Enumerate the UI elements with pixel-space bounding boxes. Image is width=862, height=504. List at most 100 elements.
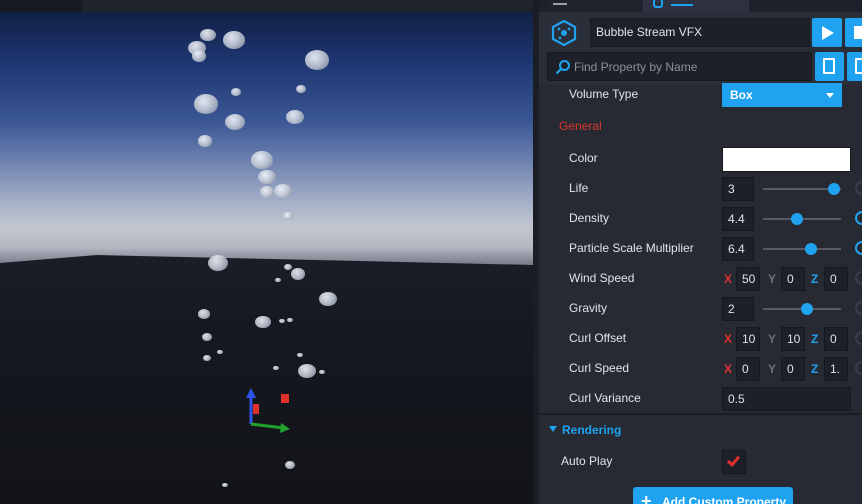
property-label: Curl Speed [569,361,630,375]
property-label: Density [569,211,610,225]
curl-speed-y-input[interactable]: 0 [781,357,805,381]
particle-scale-slider[interactable] [763,248,841,250]
bubble-particle [202,333,212,341]
properties-panel: Bubble Stream VFX Volume Type Box Genera… [533,0,862,504]
dropdown-value: Box [730,88,753,102]
bubble-particle [200,28,216,42]
section-rendering[interactable]: Rendering [539,416,862,444]
bubble-particle [291,268,305,280]
ground-plane [0,255,533,504]
copy-icon [855,58,862,74]
curl-offset-z-input[interactable]: 0 [824,327,848,351]
search-input[interactable] [574,53,804,80]
section-divider [539,413,862,415]
wind-speed-y-input[interactable]: 0 [781,267,805,291]
volume-type-dropdown[interactable]: Box [722,83,842,107]
y-axis-label: Y [768,272,777,286]
bubble-particle [305,50,329,70]
wind-speed-x-input[interactable]: 50 [736,267,760,291]
bubble-particle [283,212,293,220]
bubble-particle [274,183,292,199]
property-curl-offset: Curl Offset X 10 Y 10 Z 0 [539,324,862,354]
property-particle-scale: Particle Scale Multiplier 6.4 [539,234,862,264]
curl-offset-x-input[interactable]: 10 [736,327,760,351]
y-axis-label: Y [768,332,777,346]
add-custom-property-button[interactable]: + Add Custom Property [633,487,793,504]
auto-play-checkbox[interactable] [722,450,746,474]
bubble-particle [258,169,276,185]
chevron-down-icon [826,93,834,98]
curl-speed-x-input[interactable]: 0 [736,357,760,381]
panel-tab-strip [539,0,862,12]
documentation-button[interactable] [815,52,844,81]
property-wind-speed: Wind Speed X 50 Y 0 Z 0 [539,264,862,294]
bubble-particle [223,31,245,49]
play-icon [822,26,834,40]
bubble-particle [285,461,295,469]
wind-speed-z-input[interactable]: 0 [824,267,848,291]
reset-icon[interactable] [855,331,862,345]
bubble-particle [298,363,316,379]
curl-variance-input[interactable]: 0.5 [722,387,851,411]
property-density: Density 4.4 [539,204,862,234]
viewport-tab-strip [0,0,533,12]
x-axis-label: X [724,332,733,346]
reset-icon[interactable] [855,181,862,195]
z-axis-label: Z [811,272,819,286]
property-label: Life [569,181,589,195]
property-auto-play: Auto Play [539,447,862,477]
x-axis-label: X [724,272,733,286]
stop-icon [854,26,862,39]
properties-header: Bubble Stream VFX [539,12,862,85]
life-input[interactable]: 3 [722,177,754,201]
reset-icon[interactable] [855,211,862,225]
copy-button[interactable] [847,52,862,81]
object-name-field[interactable]: Bubble Stream VFX [590,18,810,47]
bubble-particle [225,114,245,130]
life-slider-knob[interactable] [827,183,840,195]
gravity-slider-knob[interactable] [801,303,814,315]
property-label: Particle Scale Multiplier [569,241,694,255]
reset-icon[interactable] [855,301,862,315]
curl-speed-z-input[interactable]: 1. [824,357,848,381]
density-input[interactable]: 4.4 [722,207,754,231]
bubble-particle [260,186,274,198]
property-color: Color [539,144,862,174]
property-label: Volume Type [569,87,639,101]
property-label: Curl Offset [569,331,627,345]
gravity-input[interactable]: 2 [722,297,754,321]
chevron-down-icon [549,426,557,432]
particle-scale-input[interactable]: 6.4 [722,237,754,261]
tab-properties[interactable] [643,0,749,12]
reset-icon[interactable] [855,271,862,285]
section-general[interactable]: General [559,119,602,133]
viewport-tab[interactable] [82,0,533,12]
property-gravity: Gravity 2 [539,294,862,324]
property-label: Color [569,151,598,165]
bubble-particle [208,255,228,271]
property-search[interactable] [547,52,812,81]
section-rendering-label: Rendering [562,423,622,437]
particle-scale-slider-knob[interactable] [805,243,818,255]
property-label: Wind Speed [569,271,635,285]
transform-gizmo-icon[interactable] [240,386,300,436]
properties-tab-icon [653,0,663,8]
viewport-3d[interactable] [0,0,533,504]
reset-icon[interactable] [855,241,862,255]
z-axis-label: Z [811,332,819,346]
color-swatch[interactable] [722,147,851,172]
density-slider-knob[interactable] [791,213,804,225]
property-label: Gravity [569,301,608,315]
search-icon [555,60,570,75]
y-axis-label: Y [768,362,777,376]
play-button[interactable] [812,18,842,47]
tab-hierarchy[interactable] [549,0,643,12]
bubble-particle [251,151,273,169]
bubble-particle [198,135,212,147]
bubble-particle [286,109,304,125]
checkmark-icon [726,453,741,467]
bubble-particle [319,291,337,307]
reset-icon[interactable] [855,361,862,375]
curl-offset-y-input[interactable]: 10 [781,327,805,351]
stop-button[interactable] [845,18,862,47]
